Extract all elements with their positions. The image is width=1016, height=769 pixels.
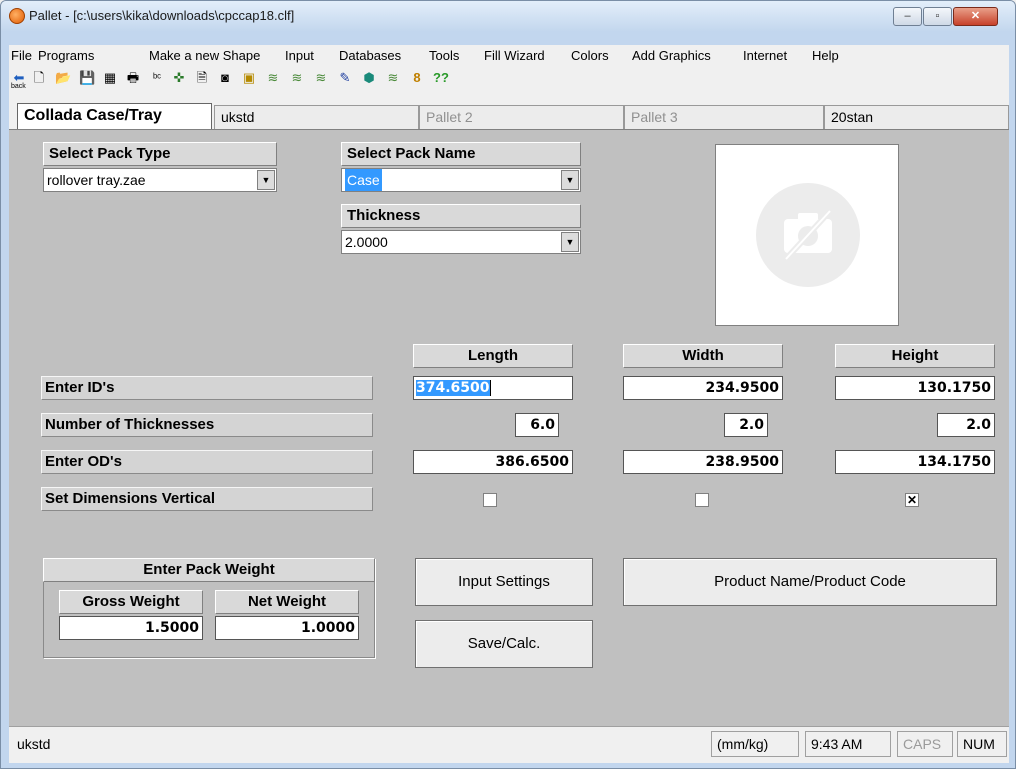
- title-bar[interactable]: Pallet - [c:\users\kika\downloads\cpccap…: [1, 1, 1015, 31]
- chevron-down-icon[interactable]: ▼: [561, 170, 579, 190]
- column-width: Width: [623, 344, 783, 368]
- pack-name-header: Select Pack Name: [341, 142, 581, 166]
- row-label-ods: Enter OD's: [41, 450, 373, 474]
- status-caps: CAPS: [897, 731, 953, 757]
- od-width-input[interactable]: 238.9500: [623, 450, 783, 474]
- net-weight-label: Net Weight: [215, 590, 359, 614]
- maximize-button[interactable]: ▫: [923, 7, 952, 26]
- status-bar: ukstd (mm/kg) 9:43 AM CAPS NUM: [9, 726, 1009, 763]
- main-window: Pallet - [c:\users\kika\downloads\cpccap…: [0, 0, 1016, 769]
- net-weight-input[interactable]: 1.0000: [215, 616, 359, 640]
- calculator-icon[interactable]: ▦: [102, 70, 118, 86]
- tab-collada-case-tray[interactable]: Collada Case/Tray: [17, 103, 212, 129]
- pack-name-select[interactable]: Case ▼: [341, 168, 581, 192]
- help-icon[interactable]: ??: [430, 70, 452, 86]
- id-length-value: 374.6500: [416, 380, 490, 396]
- open-folder-icon[interactable]: 📂: [55, 70, 71, 86]
- copy-shapes-icon[interactable]: ▣: [241, 70, 257, 86]
- tab-ukstd[interactable]: ukstd: [214, 105, 419, 129]
- column-height: Height: [835, 344, 995, 368]
- menu-file[interactable]: File: [11, 48, 32, 63]
- menu-databases[interactable]: Databases: [339, 48, 401, 63]
- id-height-input[interactable]: 130.1750: [835, 376, 995, 400]
- cube-icon[interactable]: ⬢: [361, 70, 377, 86]
- status-file: ukstd: [11, 731, 705, 757]
- menu-input[interactable]: Input: [285, 48, 314, 63]
- pack-image-box[interactable]: [715, 144, 899, 326]
- thickness-header: Thickness: [341, 204, 581, 228]
- menu-programs[interactable]: Programs: [38, 48, 94, 63]
- menu-add-graphics[interactable]: Add Graphics: [632, 48, 711, 63]
- menu-make-new-shape[interactable]: Make a new Shape: [149, 48, 260, 63]
- menu-tools[interactable]: Tools: [429, 48, 459, 63]
- new-document-icon[interactable]: 🗋: [31, 70, 47, 86]
- input-settings-button[interactable]: Input Settings: [415, 558, 593, 606]
- document-icon[interactable]: 🗎: [194, 70, 210, 86]
- tab-pallet-3[interactable]: Pallet 3: [624, 105, 824, 129]
- layer-stack-3-icon[interactable]: ≋: [313, 70, 329, 86]
- pack-name-value: Case: [345, 169, 382, 191]
- gross-weight-label: Gross Weight: [59, 590, 203, 614]
- menu-help[interactable]: Help: [812, 48, 839, 63]
- minimize-button[interactable]: –: [893, 7, 922, 26]
- od-length-input[interactable]: 386.6500: [413, 450, 573, 474]
- chevron-down-icon[interactable]: ▼: [561, 232, 579, 252]
- pack-type-value: rollover tray.zae: [47, 172, 146, 188]
- tab-pallet-2[interactable]: Pallet 2: [419, 105, 624, 129]
- tab-strip: Collada Case/Tray ukstd Pallet 2 Pallet …: [9, 101, 1009, 129]
- app-icon[interactable]: [9, 8, 25, 24]
- print-preview-icon[interactable]: ◙: [217, 70, 233, 86]
- od-height-input[interactable]: 134.1750: [835, 450, 995, 474]
- id-length-input[interactable]: 374.6500: [413, 376, 573, 400]
- pack-weight-header: Enter Pack Weight: [43, 558, 375, 582]
- layer-stack-4-icon[interactable]: ≋: [385, 70, 401, 86]
- paint-icon[interactable]: ✎: [337, 70, 353, 86]
- status-time: 9:43 AM: [805, 731, 891, 757]
- menu-colors[interactable]: Colors: [571, 48, 609, 63]
- thickness-count-height-input[interactable]: 2.0: [937, 413, 995, 437]
- thickness-select[interactable]: 2.0000 ▼: [341, 230, 581, 254]
- window-title: Pallet - [c:\users\kika\downloads\cpccap…: [29, 8, 295, 23]
- vertical-height-checkbox[interactable]: ✕: [905, 493, 919, 507]
- save-icon[interactable]: 💾: [79, 70, 95, 86]
- product-name-code-button[interactable]: Product Name/Product Code: [623, 558, 997, 606]
- figure-icon[interactable]: 8: [409, 70, 425, 86]
- thickness-count-width-input[interactable]: 2.0: [724, 413, 768, 437]
- close-button[interactable]: ✕: [953, 7, 998, 26]
- menu-fill-wizard[interactable]: Fill Wizard: [484, 48, 545, 63]
- column-length: Length: [413, 344, 573, 368]
- row-label-vertical: Set Dimensions Vertical: [41, 487, 373, 511]
- row-label-thicknesses: Number of Thicknesses: [41, 413, 373, 437]
- layer-stack-icon[interactable]: ≋: [265, 70, 281, 86]
- layer-stack-2-icon[interactable]: ≋: [289, 70, 305, 86]
- tab-20stan[interactable]: 20stan: [824, 105, 1009, 129]
- no-photo-icon: [756, 183, 860, 287]
- chevron-down-icon[interactable]: ▼: [257, 170, 275, 190]
- save-calc-button[interactable]: Save/Calc.: [415, 620, 593, 668]
- gross-weight-input[interactable]: 1.5000: [59, 616, 203, 640]
- spell-check-icon[interactable]: ᵇᶜ: [147, 70, 167, 86]
- vertical-length-checkbox[interactable]: [483, 493, 497, 507]
- pack-type-select[interactable]: rollover tray.zae ▼: [43, 168, 277, 192]
- thickness-value: 2.0000: [345, 234, 388, 250]
- status-num: NUM: [957, 731, 1007, 757]
- toolbar: ⬅ back 🗋 📂 💾 ▦ 🖶 ᵇᶜ ✜ 🗎 ◙ ▣ ≋ ≋ ≋ ✎ ⬢ ≋ …: [9, 67, 1009, 91]
- row-label-ids: Enter ID's: [41, 376, 373, 400]
- menu-bar: File Programs Make a new Shape Input Dat…: [9, 45, 1009, 67]
- print-icon[interactable]: 🖶: [125, 70, 141, 86]
- puzzle-icon[interactable]: ✜: [171, 70, 187, 86]
- client-area: ⬅ back 🗋 📂 💾 ▦ 🖶 ᵇᶜ ✜ 🗎 ◙ ▣ ≋ ≋ ≋ ✎ ⬢ ≋ …: [9, 67, 1009, 763]
- id-width-input[interactable]: 234.9500: [623, 376, 783, 400]
- vertical-width-checkbox[interactable]: [695, 493, 709, 507]
- thickness-count-length-input[interactable]: 6.0: [515, 413, 559, 437]
- pack-type-header: Select Pack Type: [43, 142, 277, 166]
- status-units: (mm/kg): [711, 731, 799, 757]
- back-label: back: [11, 83, 26, 90]
- tab-panel: Select Pack Type rollover tray.zae ▼ Sel…: [9, 129, 1009, 727]
- menu-internet[interactable]: Internet: [743, 48, 787, 63]
